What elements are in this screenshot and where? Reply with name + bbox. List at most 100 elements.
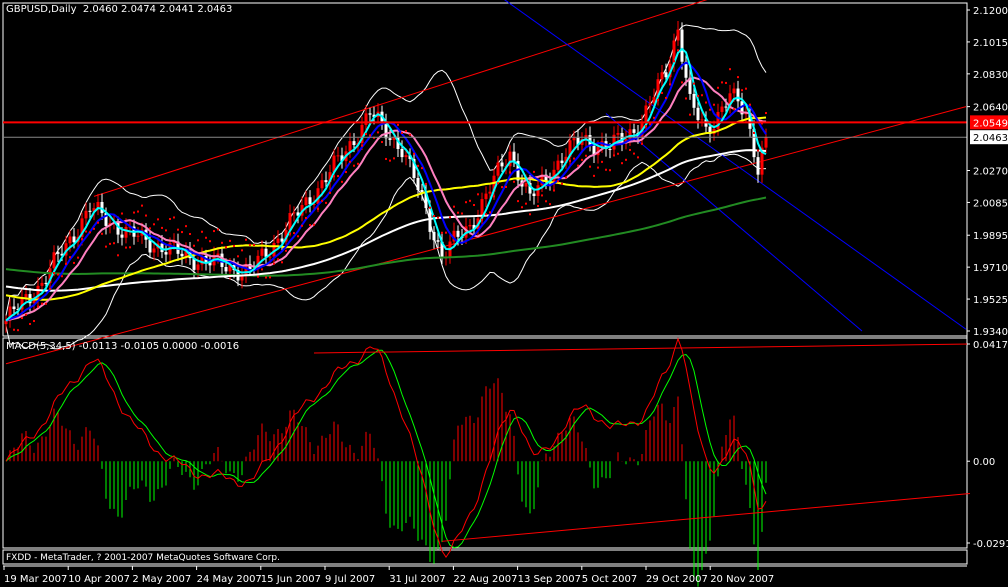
parabolic-sar-dot <box>341 180 343 183</box>
candle-body <box>148 239 152 253</box>
candle-body <box>308 197 312 205</box>
parabolic-sar-dot <box>229 239 231 242</box>
parabolic-sar-dot <box>557 180 559 183</box>
parabolic-sar-dot <box>417 164 419 167</box>
parabolic-sar-dot <box>429 206 431 209</box>
candle-body <box>648 103 652 106</box>
parabolic-sar-dot <box>537 204 539 207</box>
parabolic-sar-dot <box>749 103 751 106</box>
parabolic-sar-dot <box>465 201 467 204</box>
price-tick-label: 2.0549 <box>973 118 1008 129</box>
parabolic-sar-dot <box>605 168 607 171</box>
parabolic-sar-dot <box>701 94 703 97</box>
parabolic-sar-dot <box>185 225 187 228</box>
candle-body <box>368 113 372 115</box>
parabolic-sar-dot <box>305 216 307 219</box>
parabolic-sar-dot <box>593 174 595 177</box>
candle-body <box>488 191 492 194</box>
parabolic-sar-dot <box>165 229 167 232</box>
parabolic-sar-dot <box>681 81 683 84</box>
parabolic-sar-dot <box>265 276 267 279</box>
parabolic-sar-dot <box>325 201 327 204</box>
candle-body <box>700 119 704 121</box>
parabolic-sar-dot <box>49 287 51 290</box>
parabolic-sar-dot <box>113 242 115 245</box>
macd-tick-label: -0.0291 <box>973 539 1008 550</box>
parabolic-sar-dot <box>381 141 383 144</box>
parabolic-sar-dot <box>353 164 355 167</box>
parabolic-sar-dot <box>109 242 111 245</box>
candle-body <box>560 160 564 164</box>
parabolic-sar-dot <box>649 123 651 126</box>
bollinger-upper <box>5 24 767 316</box>
parabolic-sar-dot <box>121 212 123 215</box>
parabolic-sar-dot <box>745 87 747 90</box>
sma-cyan <box>5 47 767 322</box>
parabolic-sar-dot <box>17 329 19 332</box>
price-trendline <box>504 0 967 330</box>
candle-body <box>304 197 308 206</box>
parabolic-sar-dot <box>181 231 183 234</box>
candle-body <box>56 252 60 254</box>
macd-signal-line <box>5 349 767 549</box>
parabolic-sar-dot <box>657 98 659 101</box>
parabolic-sar-dot <box>693 82 695 85</box>
macd-title: MACD(5,34,5) -0.0113 -0.0105 0.0000 -0.0… <box>6 341 239 352</box>
time-tick-label: 20 Nov 2007 <box>710 574 774 585</box>
parabolic-sar-dot <box>281 261 283 264</box>
parabolic-sar-dot <box>237 255 239 258</box>
price-tick-label: 2.0270 <box>973 167 1008 178</box>
parabolic-sar-dot <box>689 113 691 116</box>
candle-body <box>724 106 728 108</box>
candle-body <box>536 185 540 197</box>
parabolic-sar-dot <box>573 157 575 160</box>
parabolic-sar-dot <box>233 244 235 247</box>
parabolic-sar-dot <box>673 60 675 63</box>
parabolic-sar-dot <box>29 322 31 325</box>
parabolic-sar-dot <box>421 167 423 170</box>
parabolic-sar-dot <box>445 231 447 234</box>
parabolic-sar-dot <box>405 129 407 132</box>
parabolic-sar-dot <box>157 218 159 221</box>
price-tick-label: 1.9525 <box>973 295 1008 306</box>
parabolic-sar-dot <box>565 176 567 179</box>
parabolic-sar-dot <box>717 86 719 89</box>
parabolic-sar-dot <box>77 256 79 259</box>
parabolic-sar-dot <box>545 200 547 203</box>
candle-body <box>532 193 536 197</box>
parabolic-sar-dot <box>553 189 555 192</box>
candle-body <box>164 252 168 255</box>
price-tick-label: 1.9710 <box>973 263 1008 274</box>
candle-body <box>736 88 740 102</box>
candle-body <box>24 294 28 298</box>
parabolic-sar-dot <box>513 180 515 183</box>
parabolic-sar-dot <box>677 49 679 52</box>
parabolic-sar-dot <box>521 206 523 209</box>
candle-body <box>40 282 44 286</box>
time-tick-label: 29 Oct 2007 <box>646 574 708 585</box>
parabolic-sar-dot <box>449 216 451 219</box>
parabolic-sar-dot <box>141 204 143 207</box>
parabolic-sar-dot <box>549 203 551 206</box>
symbol-label: GBPUSD,Daily <box>6 4 77 15</box>
candle-body <box>260 248 264 256</box>
parabolic-sar-dot <box>365 133 367 136</box>
parabolic-sar-dot <box>725 81 727 84</box>
parabolic-sar-dot <box>285 249 287 252</box>
parabolic-sar-dot <box>425 182 427 185</box>
parabolic-sar-dot <box>25 313 27 316</box>
sma-green <box>5 196 767 277</box>
parabolic-sar-dot <box>53 271 55 274</box>
parabolic-sar-dot <box>601 160 603 163</box>
price-tick-label: 2.0830 <box>973 70 1008 81</box>
price-trendline <box>605 113 863 332</box>
parabolic-sar-dot <box>585 154 587 157</box>
candle-body <box>280 238 284 242</box>
parabolic-sar-dot <box>393 157 395 160</box>
candle-body <box>84 210 88 219</box>
parabolic-sar-dot <box>349 160 351 163</box>
parabolic-sar-dot <box>453 205 455 208</box>
candle-body <box>196 264 200 270</box>
parabolic-sar-dot <box>397 123 399 126</box>
parabolic-sar-dot <box>621 162 623 165</box>
